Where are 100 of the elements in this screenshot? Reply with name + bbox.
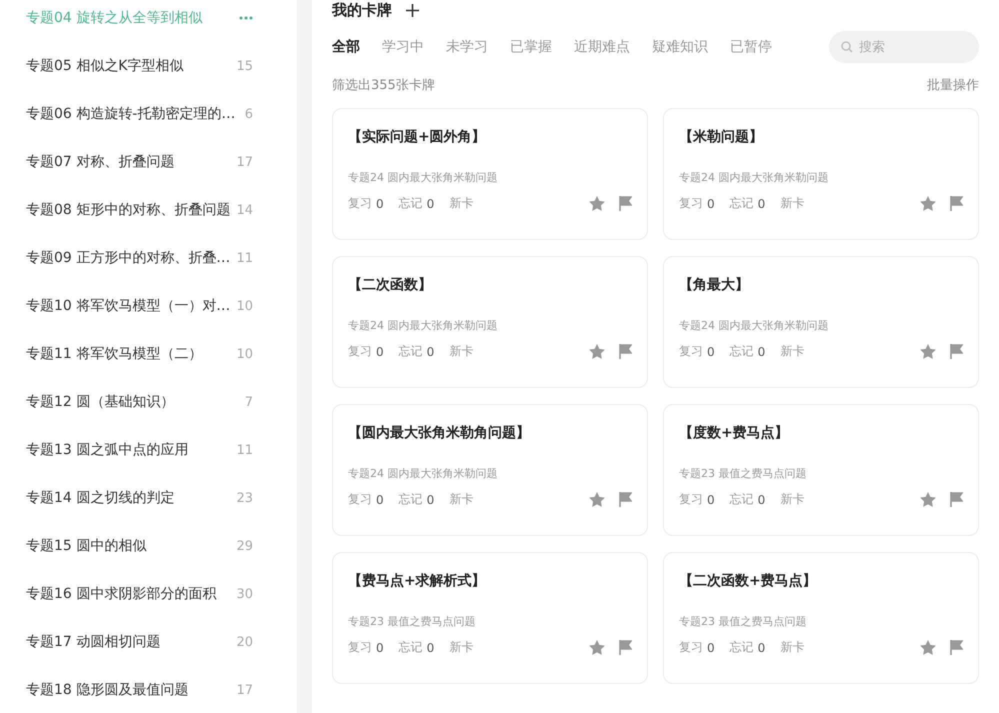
stat-label: 忘记 [398, 195, 423, 212]
card-status: 新卡 [780, 639, 804, 656]
stat-label: 复习 [348, 491, 372, 508]
sidebar-item[interactable]: 专题15 圆中的相似 29 [0, 522, 297, 570]
sidebar-item[interactable]: 专题14 圆之切线的判定 23 [0, 474, 297, 522]
sidebar-item[interactable]: 专题10 将军饮马模型（一）对… 10 [0, 282, 297, 330]
stat-label: 忘记 [730, 343, 754, 360]
stat-value: 0 [758, 344, 766, 358]
flag-icon[interactable] [950, 640, 963, 655]
star-icon[interactable] [920, 640, 936, 655]
card-status: 新卡 [780, 195, 804, 212]
item-count: 17 [236, 682, 253, 698]
item-count: 14 [236, 202, 253, 218]
star-icon[interactable] [920, 196, 936, 211]
stat-label: 忘记 [730, 195, 754, 212]
item-count: 10 [236, 346, 253, 362]
sidebar-item[interactable]: 专题16 圆中求阴影部分的面积 30 [0, 570, 297, 618]
stat-value: 0 [707, 196, 715, 210]
batch-action-link[interactable]: 批量操作 [927, 76, 979, 94]
stat-value: 0 [758, 196, 766, 210]
flag-icon[interactable] [950, 492, 963, 507]
sidebar-item[interactable]: 专题06 构造旋转-托勒密定理的… 6 [0, 90, 297, 138]
star-icon[interactable] [920, 344, 936, 359]
stat-value: 0 [376, 492, 384, 506]
plus-icon[interactable] [406, 4, 419, 16]
stat-value: 0 [758, 640, 766, 654]
stat-label: 复习 [348, 639, 372, 656]
star-icon[interactable] [589, 344, 605, 359]
flashcard[interactable]: 【费马点+求解析式】 专题23 最值之费马点问题 复习 0 忘记 0 新卡 [332, 552, 648, 684]
sidebar-item[interactable]: 专题12 圆（基础知识） 7 [0, 378, 297, 426]
stat-value: 0 [426, 344, 434, 358]
stat-label: 忘记 [730, 491, 754, 508]
card-status: 新卡 [449, 343, 474, 360]
flag-icon[interactable] [950, 344, 963, 359]
card-topic: 专题24 圆内最大张角米勒问题 [348, 466, 498, 481]
stat-value: 0 [707, 344, 715, 358]
flashcard[interactable]: 【度数+费马点】 专题23 最值之费马点问题 复习 0 忘记 0 新卡 [663, 404, 979, 536]
stat-value: 0 [707, 640, 715, 654]
filter-tab[interactable]: 全部 [332, 38, 360, 56]
stat-label: 复习 [348, 343, 372, 360]
card-topic: 专题23 最值之费马点问题 [679, 466, 808, 481]
flashcard[interactable]: 【二次函数】 专题24 圆内最大张角米勒问题 复习 0 忘记 0 新卡 [332, 256, 648, 388]
flag-icon[interactable] [619, 640, 632, 655]
card-status: 新卡 [449, 491, 474, 508]
sidebar-item[interactable]: 专题09 正方形中的对称、折叠… 11 [0, 234, 297, 282]
flag-icon[interactable] [950, 196, 963, 211]
item-count: 20 [236, 634, 253, 650]
card-title: 【实际问题+圆外角】 [348, 128, 487, 146]
card-status: 新卡 [449, 639, 474, 656]
card-title: 【米勒问题】 [679, 128, 764, 146]
sidebar-item[interactable]: 专题17 动圆相切问题 20 [0, 618, 297, 666]
flashcard[interactable]: 【角最大】 专题24 圆内最大张角米勒问题 复习 0 忘记 0 新卡 [663, 256, 979, 388]
card-title: 【角最大】 [679, 276, 750, 294]
page-title: 我的卡牌 [332, 0, 392, 20]
item-count: 11 [236, 442, 253, 458]
sidebar-item[interactable]: 专题07 对称、折叠问题 17 [0, 138, 297, 186]
search-icon [841, 41, 853, 53]
card-topic: 专题23 最值之费马点问题 [679, 614, 808, 629]
search-field[interactable]: 搜索 [829, 31, 979, 63]
stat-label: 复习 [679, 639, 703, 656]
sidebar-item[interactable]: 专题11 将军饮马模型（二） 10 [0, 330, 297, 378]
card-topic: 专题24 圆内最大张角米勒问题 [679, 318, 830, 333]
star-icon[interactable] [589, 640, 605, 655]
sidebar-item[interactable]: 专题13 圆之弧中点的应用 11 [0, 426, 297, 474]
stat-label: 忘记 [398, 343, 423, 360]
card-topic: 专题24 圆内最大张角米勒问题 [679, 170, 830, 185]
flashcard[interactable]: 【圆内最大张角米勒角问题】 专题24 圆内最大张角米勒问题 复习 0 忘记 0 新卡 [332, 404, 648, 536]
item-count: 15 [236, 58, 253, 74]
stat-label: 复习 [348, 195, 372, 212]
sidebar-item[interactable]: 专题05 相似之K字型相似 15 [0, 42, 297, 90]
stat-value: 0 [376, 344, 384, 358]
stat-label: 复习 [679, 343, 703, 360]
card-topic: 专题23 最值之费马点问题 [348, 614, 476, 629]
card-topic: 专题24 圆内最大张角米勒问题 [348, 170, 498, 185]
card-title: 【二次函数+费马点】 [679, 572, 818, 590]
result-count: 筛选出355张卡牌 [332, 77, 435, 94]
card-title: 【圆内最大张角米勒角问题】 [348, 424, 531, 442]
flashcard[interactable]: 【实际问题+圆外角】 专题24 圆内最大张角米勒问题 复习 0 忘记 0 新卡 [332, 108, 648, 240]
stat-label: 忘记 [398, 639, 423, 656]
item-count: 29 [236, 538, 253, 554]
flashcard[interactable]: 【米勒问题】 专题24 圆内最大张角米勒问题 复习 0 忘记 0 新卡 [663, 108, 979, 240]
item-count: 6 [244, 106, 253, 122]
item-count: 7 [244, 394, 253, 410]
flag-icon[interactable] [619, 492, 632, 507]
sidebar-item[interactable]: 专题18 隐形圆及最值问题 17 [0, 666, 297, 713]
stat-label: 复习 [679, 195, 703, 212]
stat-value: 0 [426, 640, 434, 654]
sidebar-item[interactable]: 专题08 矩形中的对称、折叠问题 14 [0, 186, 297, 234]
card-status: 新卡 [449, 195, 474, 212]
stat-value: 0 [758, 492, 766, 506]
item-count: 10 [236, 298, 253, 314]
flag-icon[interactable] [619, 196, 632, 211]
card-status: 新卡 [780, 491, 804, 508]
star-icon[interactable] [920, 492, 936, 507]
more-icon[interactable] [239, 16, 253, 20]
flag-icon[interactable] [619, 344, 632, 359]
card-title: 【费马点+求解析式】 [348, 572, 487, 590]
star-icon[interactable] [589, 196, 605, 211]
flashcard[interactable]: 【二次函数+费马点】 专题23 最值之费马点问题 复习 0 忘记 0 新卡 [663, 552, 979, 684]
star-icon[interactable] [589, 492, 605, 507]
